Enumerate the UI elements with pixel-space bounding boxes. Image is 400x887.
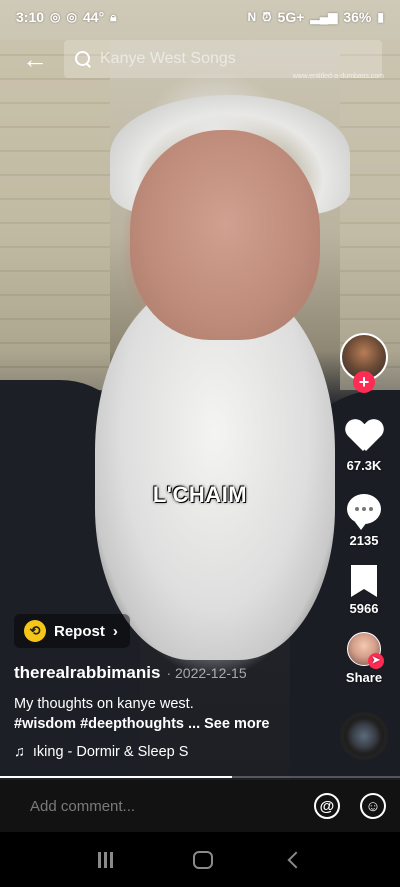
nfc-icon: N bbox=[247, 10, 257, 24]
comment-button[interactable]: 2135 bbox=[336, 494, 392, 548]
plus-icon[interactable]: + bbox=[353, 371, 375, 393]
notification-icon-2: ◎ bbox=[66, 10, 77, 24]
back-button[interactable]: ← bbox=[18, 42, 52, 76]
post-date: · 2022-12-15 bbox=[166, 665, 247, 681]
see-more-link[interactable]: See more bbox=[204, 716, 269, 732]
save-button[interactable]: 5966 bbox=[336, 565, 392, 616]
author-row: therealrabbimanis · 2022-12-15 bbox=[14, 663, 247, 683]
signal-icon: ▂▄▆ bbox=[310, 10, 338, 24]
comment-icon[interactable] bbox=[347, 494, 381, 530]
battery-icon: ▮ bbox=[377, 10, 384, 24]
hashtags[interactable]: #wisdom #deepthoughts ... See more bbox=[14, 716, 269, 732]
repost-label: Repost bbox=[54, 622, 105, 640]
bookmark-icon[interactable] bbox=[351, 565, 377, 597]
repost-button[interactable]: ⟲ Repost › bbox=[14, 614, 130, 648]
author-name[interactable]: therealrabbimanis bbox=[14, 663, 160, 683]
back-icon[interactable] bbox=[287, 851, 305, 868]
creator-avatar[interactable]: + bbox=[336, 333, 392, 393]
music-disc-icon[interactable] bbox=[340, 712, 388, 760]
status-bar: 3:10 ◎ ◎ 44° 🔒︎ N ⏰︎ 5G+ ▂▄▆ 36% ▮ bbox=[0, 0, 400, 34]
progress-fill bbox=[0, 776, 232, 778]
comment-bar: Add comment... @ ☺︎ bbox=[0, 780, 400, 832]
at-icon[interactable]: @ bbox=[314, 793, 340, 819]
share-avatar[interactable]: ➤ bbox=[347, 632, 384, 669]
music-disc[interactable] bbox=[336, 712, 392, 760]
share-arrow-icon: ➤ bbox=[368, 653, 384, 669]
comment-count: 2135 bbox=[349, 533, 379, 548]
heart-icon[interactable] bbox=[346, 420, 382, 454]
search-query: Kanye West Songs bbox=[100, 50, 236, 67]
chevron-right-icon: › bbox=[112, 622, 118, 640]
share-button[interactable]: ➤ Share bbox=[336, 632, 392, 685]
face bbox=[130, 130, 320, 340]
music-note-icon: ♫ bbox=[14, 744, 25, 760]
arrow-left-icon: ← bbox=[22, 44, 48, 74]
home-icon[interactable] bbox=[192, 850, 213, 869]
background-wall-left bbox=[0, 40, 110, 390]
alarm-icon: ⏰︎ bbox=[262, 9, 272, 24]
post-description: My thoughts on kanye west. bbox=[14, 696, 194, 712]
system-nav-bar bbox=[0, 832, 400, 887]
progress-bar[interactable] bbox=[0, 776, 400, 778]
notification-icon: ◎ bbox=[50, 10, 61, 24]
status-battery: 36% bbox=[343, 9, 372, 25]
music-info[interactable]: ♫ ıking - Dormir & Sleep S bbox=[14, 744, 188, 760]
music-title[interactable]: ıking - Dormir & Sleep S bbox=[33, 744, 189, 760]
watermark: www.entitled-a-dumbass.com bbox=[292, 73, 384, 80]
like-button[interactable]: 67.3K bbox=[336, 420, 392, 473]
status-network: 5G+ bbox=[277, 9, 305, 25]
status-temperature: 44° bbox=[83, 9, 105, 25]
status-time: 3:10 bbox=[16, 9, 45, 25]
lock-icon: 🔒︎ bbox=[110, 9, 117, 24]
share-label: Share bbox=[345, 670, 383, 685]
save-count: 5966 bbox=[349, 601, 379, 616]
recent-apps-icon[interactable] bbox=[98, 851, 116, 868]
emoji-icon[interactable]: ☺︎ bbox=[360, 793, 386, 819]
search-icon bbox=[74, 50, 92, 68]
repost-icon: ⟲ bbox=[24, 620, 46, 642]
hashtag-text[interactable]: #wisdom #deepthoughts ... bbox=[14, 716, 200, 732]
like-count: 67.3K bbox=[346, 458, 382, 473]
comment-input[interactable]: Add comment... bbox=[14, 798, 294, 815]
